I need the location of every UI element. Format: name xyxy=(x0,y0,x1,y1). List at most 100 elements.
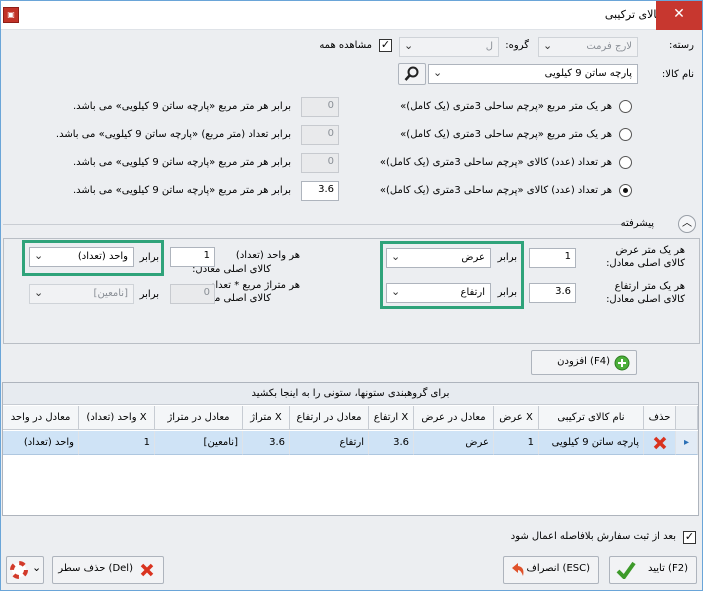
show-all-checkbox[interactable]: ✓ xyxy=(379,39,392,52)
width-eq-label: برابر xyxy=(497,252,517,263)
width-unit-value: عرض xyxy=(461,252,485,263)
width-label-1: هر یک متر عرض xyxy=(615,245,685,256)
help-dropdown-button[interactable]: ⌄ xyxy=(6,556,44,584)
option-radio-1[interactable] xyxy=(619,100,632,113)
chevron-down-icon: ⌄ xyxy=(543,39,553,52)
option-2-value[interactable]: 0 xyxy=(301,125,339,145)
row-pointer-icon: ▸ xyxy=(676,431,698,455)
group-drop-hint: برای گروهبندی ستونها، ستونی را به اینجا … xyxy=(3,383,698,405)
sqm-unit-value: [نامعین] xyxy=(93,288,128,299)
cell-xheight[interactable]: 3.6 xyxy=(369,431,414,455)
chevron-down-icon: ⌄ xyxy=(433,66,443,79)
check-icon xyxy=(616,561,636,579)
window-title: کالای ترکیبی xyxy=(604,8,662,21)
col-eq-area[interactable]: معادل در متراژ xyxy=(155,406,243,430)
category-select[interactable]: لارج فرمت ⌄ xyxy=(538,37,638,57)
undo-icon xyxy=(512,563,524,576)
sqm-eq-label: برابر xyxy=(139,289,159,300)
option-4-left: هر تعداد (عدد) کالای «پرچم ساحلی 3متری (… xyxy=(379,185,612,196)
option-radio-2[interactable] xyxy=(619,128,632,141)
add-button[interactable]: (F4) افزودن xyxy=(531,350,637,375)
height-unit-value: ارتفاع xyxy=(460,287,485,298)
option-2-left: هر یک متر مربع «پرچم ساحلی 3متری (یک کام… xyxy=(400,129,612,140)
group-select[interactable]: ل ⌄ xyxy=(399,37,499,57)
col-eq-height[interactable]: معادل در ارتفاع xyxy=(290,406,369,430)
advanced-divider xyxy=(3,224,625,225)
col-eq-width[interactable]: معادل در عرض xyxy=(414,406,494,430)
lifebuoy-icon xyxy=(10,561,28,579)
option-1-left: هر یک متر مربع «پرچم ساحلی 3متری (یک کام… xyxy=(400,101,612,112)
unit-eq-label: برابر xyxy=(139,252,159,263)
unit-unit-select[interactable]: واحد (تعداد) ⌄ xyxy=(29,247,134,267)
add-icon xyxy=(614,355,630,371)
main-window: ▣ کالای ترکیبی ✕ رسته: لارج فرمت ⌄ گروه: … xyxy=(0,0,703,591)
cell-eq-height[interactable]: ارتفاع xyxy=(290,431,369,455)
chevron-down-icon: ⌄ xyxy=(34,286,44,299)
sqm-unit-select[interactable]: [نامعین] ⌄ xyxy=(29,284,134,304)
cell-xarea[interactable]: 3.6 xyxy=(243,431,290,455)
cancel-button[interactable]: (ESC) انصراف xyxy=(503,556,599,584)
width-value[interactable]: 1 xyxy=(529,248,576,268)
col-eq-unit[interactable]: معادل در واحد xyxy=(3,406,79,430)
title-bar: ▣ کالای ترکیبی ✕ xyxy=(1,1,702,30)
height-value[interactable]: 3.6 xyxy=(529,283,576,303)
delete-row-cell[interactable] xyxy=(644,431,676,455)
confirm-label: (F2) تایید xyxy=(648,563,688,574)
cell-eq-unit[interactable]: واحد (تعداد) xyxy=(3,431,79,455)
category-value: لارج فرمت xyxy=(586,41,632,52)
row-header-col xyxy=(676,406,698,430)
option-radio-4[interactable] xyxy=(619,184,632,197)
confirm-button[interactable]: (F2) تایید xyxy=(609,556,697,584)
height-label-2: کالای اصلی معادل: xyxy=(606,294,685,305)
width-label-2: کالای اصلی معادل: xyxy=(606,258,685,269)
col-xheight[interactable]: X ارتفاع xyxy=(369,406,414,430)
option-4-value[interactable]: 3.6 xyxy=(301,181,339,201)
option-3-right: برابر هر متر مربع «پارچه ساتن 9 کیلویی» … xyxy=(73,157,291,168)
advanced-title: پیشرفته xyxy=(620,218,654,229)
close-button[interactable]: ✕ xyxy=(656,1,702,30)
chevron-down-icon: ⌄ xyxy=(34,249,44,262)
items-grid: برای گروهبندی ستونها، ستونی را به اینجا … xyxy=(2,382,699,516)
collapse-chevron-up-icon[interactable]: ︿ xyxy=(678,215,696,233)
delete-row-label: (Del) حذف سطر xyxy=(58,563,133,574)
product-select[interactable]: پارچه ساتن 9 کیلویی ⌄ xyxy=(428,64,638,84)
option-4-right: برابر هر متر مربع «پارچه ساتن 9 کیلویی» … xyxy=(73,185,291,196)
delete-icon xyxy=(140,563,154,577)
col-xwidth[interactable]: X عرض xyxy=(494,406,539,430)
sqm-label-1: هر متراژ مربع * تعداد xyxy=(210,280,300,291)
col-xarea[interactable]: X متراژ xyxy=(243,406,290,430)
chevron-down-icon: ⌄ xyxy=(32,561,42,574)
app-icon: ▣ xyxy=(3,7,19,23)
col-delete[interactable]: حذف xyxy=(644,406,676,430)
option-2-right: برابر تعداد (متر مربع) «پارچه ساتن 9 کیل… xyxy=(55,129,291,140)
sqm-value[interactable]: 0 xyxy=(170,284,215,304)
width-unit-select[interactable]: عرض ⌄ xyxy=(386,248,491,268)
option-1-right: برابر هر متر مربع «پارچه ساتن 9 کیلویی» … xyxy=(73,101,291,112)
cell-xwidth[interactable]: 1 xyxy=(494,431,539,455)
cell-eq-area[interactable]: [نامعین] xyxy=(155,431,243,455)
option-3-value[interactable]: 0 xyxy=(301,153,339,173)
delete-row-button[interactable]: (Del) حذف سطر xyxy=(52,556,164,584)
unit-value[interactable]: 1 xyxy=(170,247,215,267)
cell-xunit[interactable]: 1 xyxy=(79,431,155,455)
auto-apply-label: بعد از ثبت سفارش بلافاصله اعمال شود xyxy=(510,531,676,542)
col-xunit[interactable]: X واحد (تعداد) xyxy=(79,406,155,430)
height-unit-select[interactable]: ارتفاع ⌄ xyxy=(386,283,491,303)
product-label: نام کالا: xyxy=(661,69,694,80)
chevron-down-icon: ⌄ xyxy=(391,250,401,263)
show-all-label: مشاهده همه xyxy=(319,40,372,51)
option-radio-3[interactable] xyxy=(619,156,632,169)
group-value: ل xyxy=(485,41,493,52)
auto-apply-checkbox[interactable]: ✓ xyxy=(683,531,696,544)
option-3-left: هر تعداد (عدد) کالای «پرچم ساحلی 3متری (… xyxy=(379,157,612,168)
category-label: رسته: xyxy=(669,40,694,51)
delete-icon xyxy=(653,436,666,450)
search-button[interactable] xyxy=(398,63,426,85)
group-label: گروه: xyxy=(505,40,529,51)
option-1-value[interactable]: 0 xyxy=(301,97,339,117)
add-button-label: (F4) افزودن xyxy=(557,356,610,367)
unit-unit-value: واحد (تعداد) xyxy=(77,251,128,262)
cell-name[interactable]: پارچه ساتن 9 کیلویی xyxy=(539,431,644,455)
cell-eq-width[interactable]: عرض xyxy=(414,431,494,455)
col-name[interactable]: نام کالای ترکیبی xyxy=(539,406,644,430)
